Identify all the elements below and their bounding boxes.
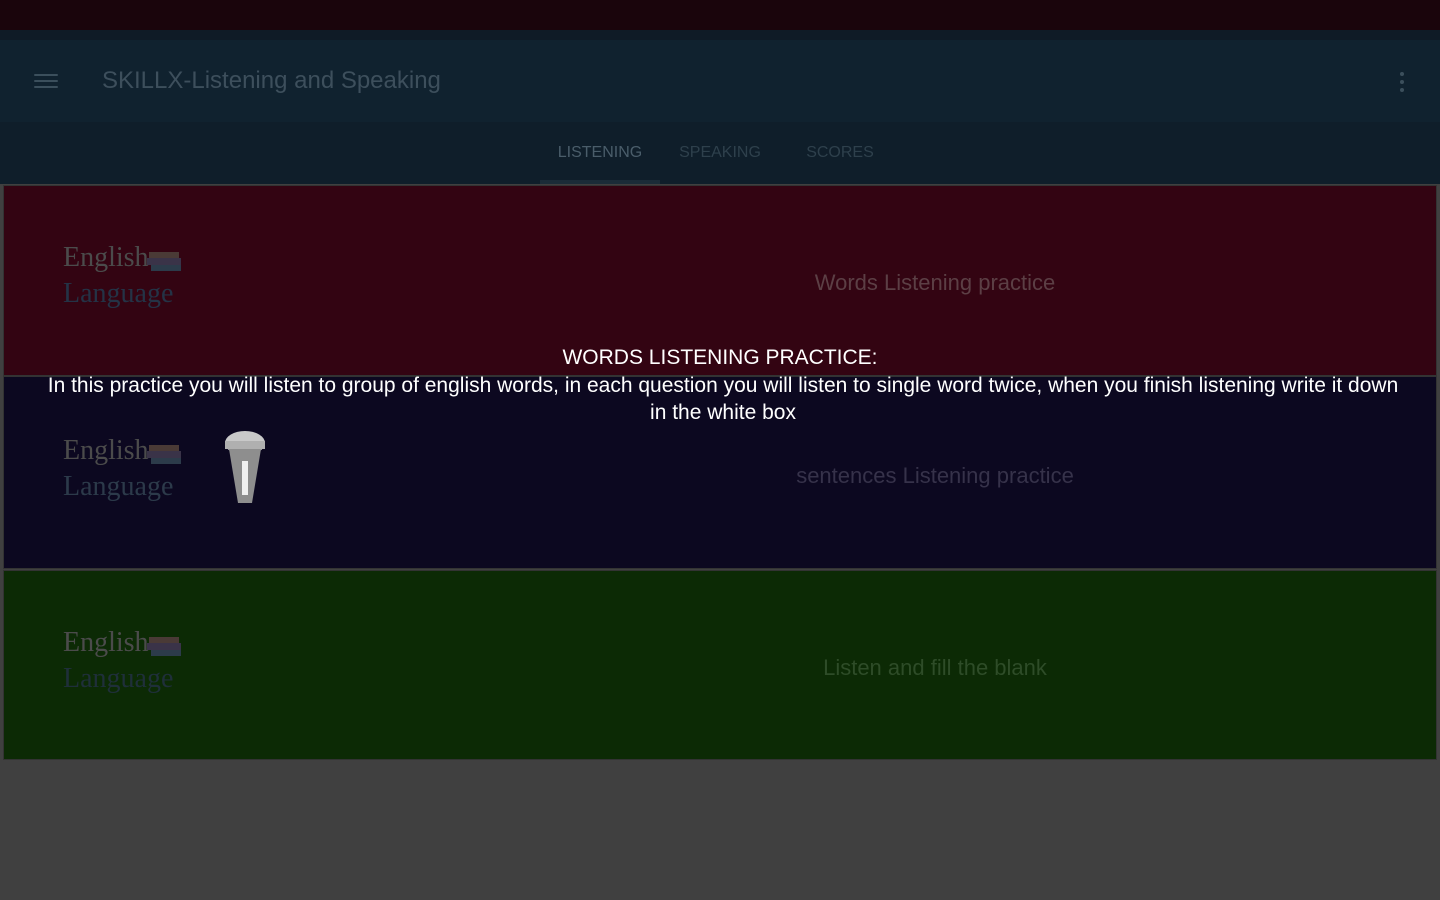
english-language-logo: English Language [61, 242, 191, 322]
more-vert-icon[interactable] [1390, 66, 1414, 98]
card-label: Listen and fill the blank [823, 655, 1047, 680]
tab-speaking[interactable]: SPEAKING [660, 122, 780, 184]
listen-fill-blank-card[interactable]: English Language Listen and fill the bla… [3, 570, 1437, 760]
logo-word-english: English [63, 627, 149, 658]
app-bar: SKILLX-Listening and Speaking [0, 40, 1440, 122]
tab-listening[interactable]: LISTENING [540, 122, 660, 184]
tab-scores[interactable]: SCORES [780, 122, 900, 184]
hamburger-menu-icon[interactable] [30, 68, 62, 94]
screen: SKILLX-Listening and Speaking LISTENING … [0, 0, 1440, 900]
logo-word-language: Language [63, 663, 174, 694]
app-title: SKILLX-Listening and Speaking [102, 67, 441, 94]
practice-info-title: WORDS LISTENING PRACTICE: [562, 346, 878, 369]
tab-indicator [540, 180, 660, 184]
logo-word-english: English [63, 242, 149, 273]
tab-bar: LISTENING SPEAKING SCORES [0, 122, 1440, 184]
english-language-logo: English Language [61, 627, 191, 707]
books-icon [147, 252, 181, 271]
logo-word-language: Language [63, 471, 174, 502]
english-language-logo: English Language [61, 435, 191, 515]
practice-info-body: In this practice you will listen to grou… [47, 374, 1399, 424]
status-divider [0, 30, 1440, 40]
logo-word-english: English [63, 435, 149, 466]
books-icon [147, 445, 181, 464]
logo-word-language: Language [63, 278, 174, 309]
books-icon [147, 637, 181, 656]
microphone-icon [225, 431, 265, 503]
card-label: sentences Listening practice [796, 463, 1074, 488]
status-bar [0, 0, 1440, 30]
card-label: Words Listening practice [814, 270, 1056, 295]
